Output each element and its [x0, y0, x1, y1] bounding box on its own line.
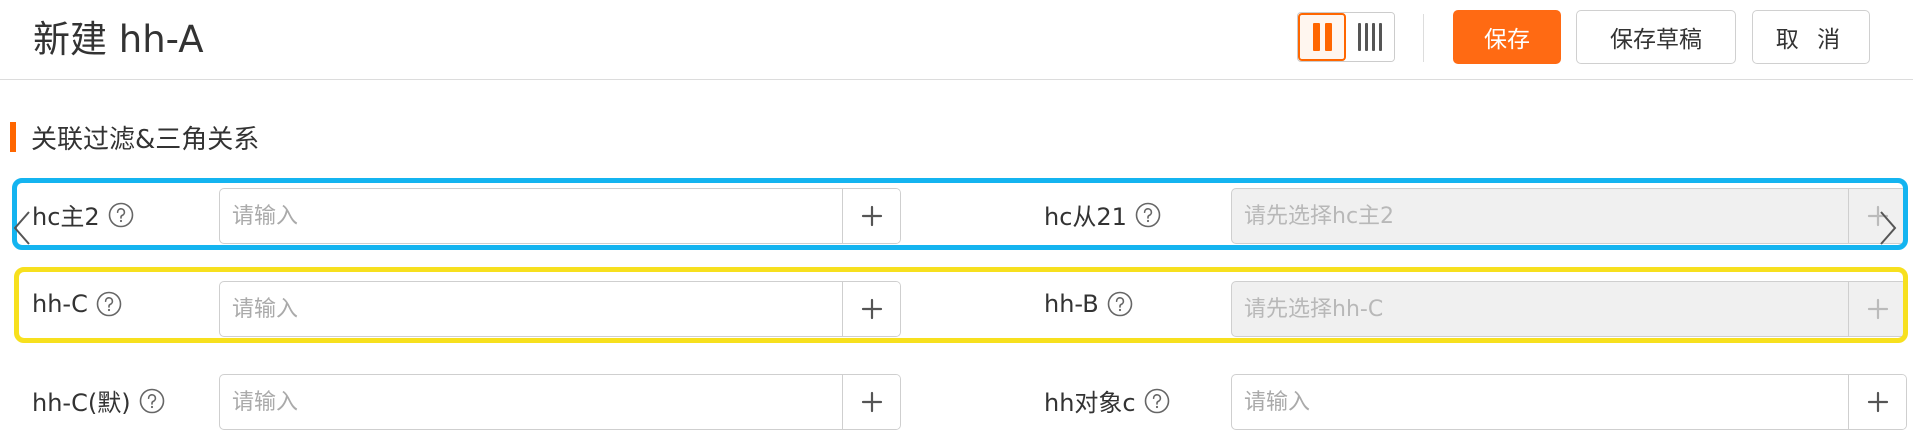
add-button[interactable]	[842, 189, 900, 243]
plus-icon	[861, 391, 882, 413]
help-icon[interactable]	[1135, 202, 1161, 228]
field-label-text: hh-C(默)	[32, 389, 131, 417]
four-column-icon	[1358, 23, 1383, 51]
save-button[interactable]: 保存	[1453, 10, 1561, 64]
field-label-text: hc主2	[32, 203, 100, 231]
field-label-text: hh-C	[32, 290, 88, 318]
field-label-text: hc从21	[1044, 203, 1127, 231]
chevron-right-icon[interactable]	[1878, 210, 1898, 246]
field-label-hc-main2: hc主2	[32, 197, 134, 232]
lookup-input	[1232, 189, 1848, 243]
field-label-text: hh-B	[1044, 290, 1099, 318]
help-icon[interactable]	[1107, 291, 1133, 317]
help-icon[interactable]	[139, 388, 165, 414]
field-label-hc-sub21: hc从21	[1044, 197, 1161, 232]
save-draft-button[interactable]: 保存草稿	[1576, 10, 1736, 64]
field-label-hh-c-default: hh-C(默)	[32, 383, 165, 418]
lookup-field-hc-sub21	[1231, 188, 1907, 244]
form-row: hh-C hh-B	[0, 268, 1913, 346]
field-label-hh-c: hh-C	[32, 290, 122, 318]
section-title: 关联过滤&三角关系	[31, 124, 260, 155]
add-button[interactable]	[842, 282, 900, 336]
lookup-input[interactable]	[220, 375, 842, 429]
lookup-input[interactable]	[1232, 375, 1848, 429]
form-row: hc主2 hc从21	[0, 175, 1913, 253]
two-column-icon	[1312, 23, 1332, 51]
lookup-field-hc-main2	[219, 188, 901, 244]
add-button[interactable]	[1848, 375, 1906, 429]
form-row: hh-C(默) hh对象c	[0, 361, 1913, 439]
field-label-hh-b: hh-B	[1044, 290, 1133, 318]
plus-icon	[1867, 391, 1888, 413]
lookup-field-hh-c-default	[219, 374, 901, 430]
four-column-view-button[interactable]	[1346, 13, 1394, 61]
plus-icon	[861, 205, 882, 227]
header-divider	[1423, 14, 1424, 62]
field-label-hh-object-c: hh对象c	[1044, 383, 1170, 418]
chevron-left-icon[interactable]	[12, 210, 32, 246]
lookup-input[interactable]	[220, 189, 842, 243]
add-button	[1848, 282, 1906, 336]
lookup-field-hh-c	[219, 281, 901, 337]
field-label-text: hh对象c	[1044, 389, 1136, 417]
help-icon[interactable]	[108, 202, 134, 228]
page-title: 新建 hh-A	[33, 18, 204, 61]
two-column-view-button[interactable]	[1298, 13, 1347, 61]
plus-icon	[1867, 298, 1888, 320]
page-header: 新建 hh-A 保存 保存草稿 取 消	[0, 0, 1913, 80]
lookup-input	[1232, 282, 1848, 336]
lookup-field-hh-object-c	[1231, 374, 1907, 430]
add-button[interactable]	[842, 375, 900, 429]
lookup-field-hh-b	[1231, 281, 1907, 337]
cancel-button[interactable]: 取 消	[1752, 10, 1870, 64]
help-icon[interactable]	[1144, 388, 1170, 414]
section-accent-bar	[10, 122, 16, 152]
view-mode-toggle	[1297, 12, 1395, 62]
help-icon[interactable]	[96, 291, 122, 317]
plus-icon	[861, 298, 882, 320]
section-header: 关联过滤&三角关系	[10, 122, 259, 155]
lookup-input[interactable]	[220, 282, 842, 336]
